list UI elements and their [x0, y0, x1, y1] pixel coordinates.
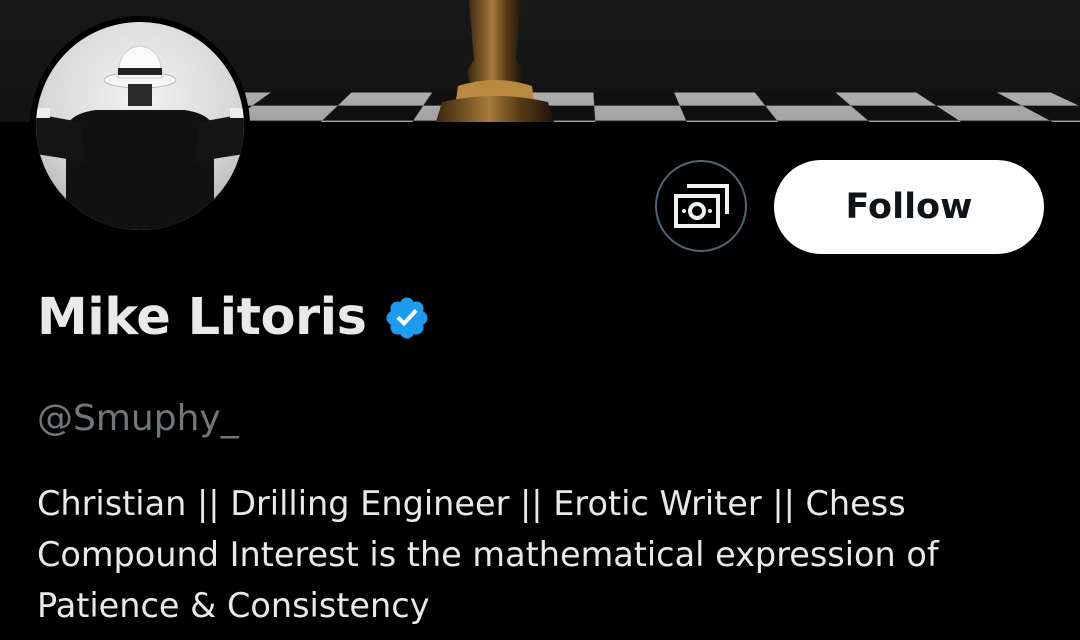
money-icon — [674, 184, 729, 228]
chess-pawn-image — [436, 0, 554, 122]
follow-button[interactable]: Follow — [774, 160, 1044, 254]
man-in-fedora-illustration — [36, 45, 244, 230]
bio-line: Patience & Consistency — [37, 586, 430, 625]
bio-line: Christian || Drilling Engineer || Erotic… — [37, 484, 906, 523]
avatar[interactable] — [30, 16, 250, 236]
display-name-row: Mike Litoris — [37, 288, 431, 347]
subscribe-button[interactable] — [655, 160, 747, 252]
profile-bio: Christian || Drilling Engineer || Erotic… — [37, 478, 1047, 631]
verified-badge-icon[interactable] — [383, 294, 431, 342]
display-name: Mike Litoris — [37, 288, 367, 347]
bio-line: Compound Interest is the mathematical ex… — [37, 535, 939, 574]
user-handle: @Smuphy_ — [37, 398, 239, 439]
avatar-image — [36, 22, 244, 230]
